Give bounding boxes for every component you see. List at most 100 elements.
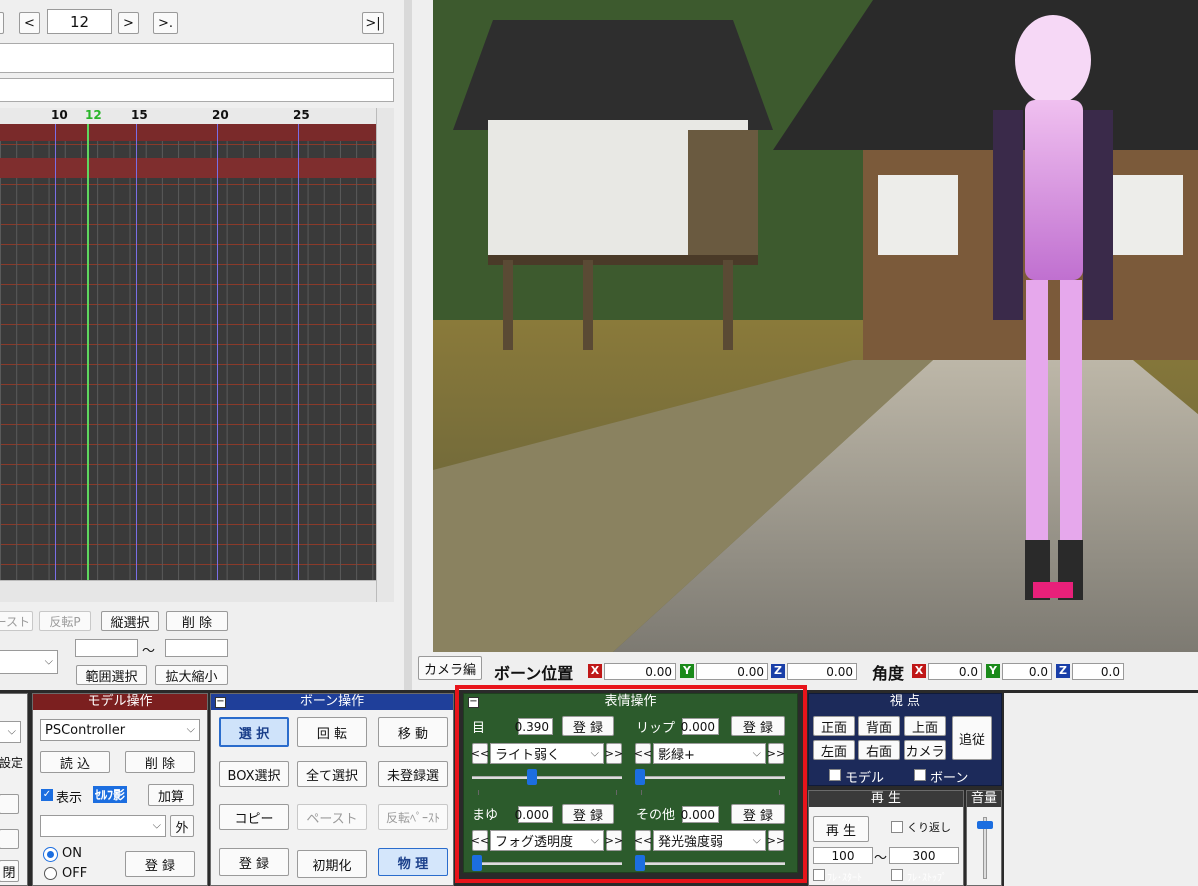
delete-button[interactable]: 削 除 <box>166 611 228 631</box>
model-register-button[interactable]: 登 録 <box>125 851 195 877</box>
self-shadow-toggle[interactable]: ｾﾙﾌ影 <box>93 786 128 803</box>
interpolation-select[interactable]: ⌵ <box>0 650 58 674</box>
brow-register-button[interactable]: 登 録 <box>562 804 614 824</box>
brow-next-button[interactable]: >> <box>605 830 623 851</box>
angle-y-input[interactable]: 0.0 <box>1002 663 1052 680</box>
select-all-button[interactable]: 全て選択 <box>297 761 367 787</box>
vertical-select-button[interactable]: 縦選択 <box>101 611 159 631</box>
brow-morph-select[interactable]: フォグ透明度 ⌵ <box>490 830 604 851</box>
bone-view-checkbox[interactable] <box>914 769 926 781</box>
rotate-button[interactable]: 回 転 <box>297 717 367 747</box>
eye-slider-thumb[interactable] <box>526 769 537 785</box>
3d-viewport[interactable]: カメラ編 ボーン位置 X 0.00 Y 0.00 Z 0.00 角度 X 0.0… <box>412 0 1198 690</box>
bone-pos-z-input[interactable]: 0.00 <box>787 663 857 680</box>
eye-slider[interactable] <box>472 776 622 779</box>
lip-slider-thumb[interactable] <box>635 769 645 785</box>
other-slider[interactable] <box>635 862 785 865</box>
load-model-button[interactable]: 読 込 <box>40 751 110 773</box>
display-checkbox[interactable]: ✓ <box>41 789 53 801</box>
eye-value-input[interactable]: 0.390 <box>515 718 553 735</box>
model-name-field[interactable] <box>0 43 394 73</box>
front-view-button[interactable]: 正面 <box>813 716 855 736</box>
brow-slider-thumb[interactable] <box>472 855 482 871</box>
top-view-button[interactable]: 上面 <box>904 716 946 736</box>
frame-start-checkbox[interactable] <box>813 869 825 881</box>
other-morph-select[interactable]: 発光強度弱 ⌵ <box>653 830 766 851</box>
camera-edit-button[interactable]: カメラ編 <box>418 656 482 680</box>
move-button[interactable]: 移 動 <box>378 717 448 747</box>
angle-x-input[interactable]: 0.0 <box>928 663 982 680</box>
physics-button[interactable]: 物 理 <box>378 848 448 876</box>
volume-slider-thumb[interactable] <box>977 821 993 829</box>
bone-name-field[interactable] <box>0 78 394 102</box>
camera-view-button[interactable]: カメラ <box>904 740 946 760</box>
repeat-checkbox[interactable] <box>891 821 903 833</box>
on-radio[interactable] <box>43 847 58 862</box>
keyframe-grid[interactable] <box>0 124 376 580</box>
brow-value-input[interactable]: 0.000 <box>515 806 553 823</box>
off-radio[interactable] <box>44 867 57 880</box>
other-prev-button[interactable]: << <box>634 830 652 851</box>
range-end-input[interactable] <box>165 639 228 657</box>
prev-frame-button[interactable]: < <box>19 12 40 34</box>
outside-parent-select[interactable]: ⌵ <box>40 815 166 837</box>
range-select-button[interactable]: 範囲選択 <box>76 665 147 685</box>
model-select[interactable]: PSController ⌵ <box>40 719 200 741</box>
timeline-vscroll[interactable] <box>376 108 394 602</box>
reverse-paste-button[interactable]: 反転P <box>39 611 91 631</box>
splitter[interactable] <box>404 0 412 690</box>
play-button[interactable]: 再 生 <box>813 816 869 842</box>
eye-prev-button[interactable]: << <box>471 743 489 764</box>
collapse-bone-panel-icon[interactable]: − <box>215 697 226 708</box>
partial-select[interactable]: ⌵ <box>0 721 21 743</box>
brow-prev-button[interactable]: << <box>471 830 489 851</box>
back-view-button[interactable]: 背面 <box>858 716 900 736</box>
other-register-button[interactable]: 登 録 <box>731 804 785 824</box>
outside-parent-button[interactable]: 外 <box>170 815 194 837</box>
play-start-input[interactable]: 100 <box>813 847 873 864</box>
lip-morph-select[interactable]: 影緑+ ⌵ <box>653 743 766 764</box>
next-keyframe-button[interactable]: >. <box>153 12 178 34</box>
scale-button[interactable]: 拡大縮小 <box>155 665 228 685</box>
other-value-input[interactable]: 0.000 <box>681 806 719 823</box>
bone-register-button[interactable]: 登 録 <box>219 848 289 876</box>
bone-reverse-paste-button[interactable]: 反転ﾍﾟｰｽﾄ <box>378 804 448 830</box>
partial-button-1[interactable] <box>0 794 19 814</box>
range-start-input[interactable] <box>75 639 138 657</box>
play-stop-input[interactable]: 300 <box>889 847 959 864</box>
eye-morph-select[interactable]: ライト弱く ⌵ <box>490 743 604 764</box>
unregistered-select-button[interactable]: 未登録選 <box>378 761 448 787</box>
model-view-checkbox[interactable] <box>829 769 841 781</box>
lip-value-input[interactable]: 0.000 <box>681 718 719 735</box>
last-frame-button[interactable]: >| <box>362 12 384 34</box>
lip-register-button[interactable]: 登 録 <box>731 716 785 736</box>
partial-button-2[interactable] <box>0 829 19 849</box>
other-slider-thumb[interactable] <box>635 855 645 871</box>
track-button[interactable]: 追従 <box>952 716 992 760</box>
copy-button[interactable]: コピー <box>219 804 289 830</box>
angle-z-input[interactable]: 0.0 <box>1072 663 1124 680</box>
collapse-expression-panel-icon[interactable]: − <box>468 697 479 708</box>
paste-button[interactable]: ペースト <box>0 611 33 631</box>
additive-button[interactable]: 加算 <box>148 784 194 806</box>
eye-register-button[interactable]: 登 録 <box>562 716 614 736</box>
right-view-button[interactable]: 右面 <box>858 740 900 760</box>
brow-slider[interactable] <box>472 862 622 865</box>
lip-slider[interactable] <box>635 776 785 779</box>
frame-number-input[interactable]: 12 <box>47 9 112 34</box>
eye-next-button[interactable]: >> <box>605 743 623 764</box>
select-bone-button[interactable]: 選 択 <box>219 717 289 747</box>
lip-prev-button[interactable]: << <box>634 743 652 764</box>
delete-model-button[interactable]: 削 除 <box>125 751 195 773</box>
close-button[interactable]: 閉 <box>0 860 19 882</box>
first-frame-button[interactable] <box>0 12 4 34</box>
left-view-button[interactable]: 左面 <box>813 740 855 760</box>
lip-next-button[interactable]: >> <box>767 743 785 764</box>
next-frame-button[interactable]: > <box>118 12 139 34</box>
bone-pos-x-input[interactable]: 0.00 <box>604 663 676 680</box>
frame-stop-checkbox[interactable] <box>891 869 903 881</box>
timeline-hscroll[interactable] <box>0 580 376 602</box>
bone-paste-button[interactable]: ペースト <box>297 804 367 830</box>
box-select-button[interactable]: BOX選択 <box>219 761 289 787</box>
other-next-button[interactable]: >> <box>767 830 785 851</box>
